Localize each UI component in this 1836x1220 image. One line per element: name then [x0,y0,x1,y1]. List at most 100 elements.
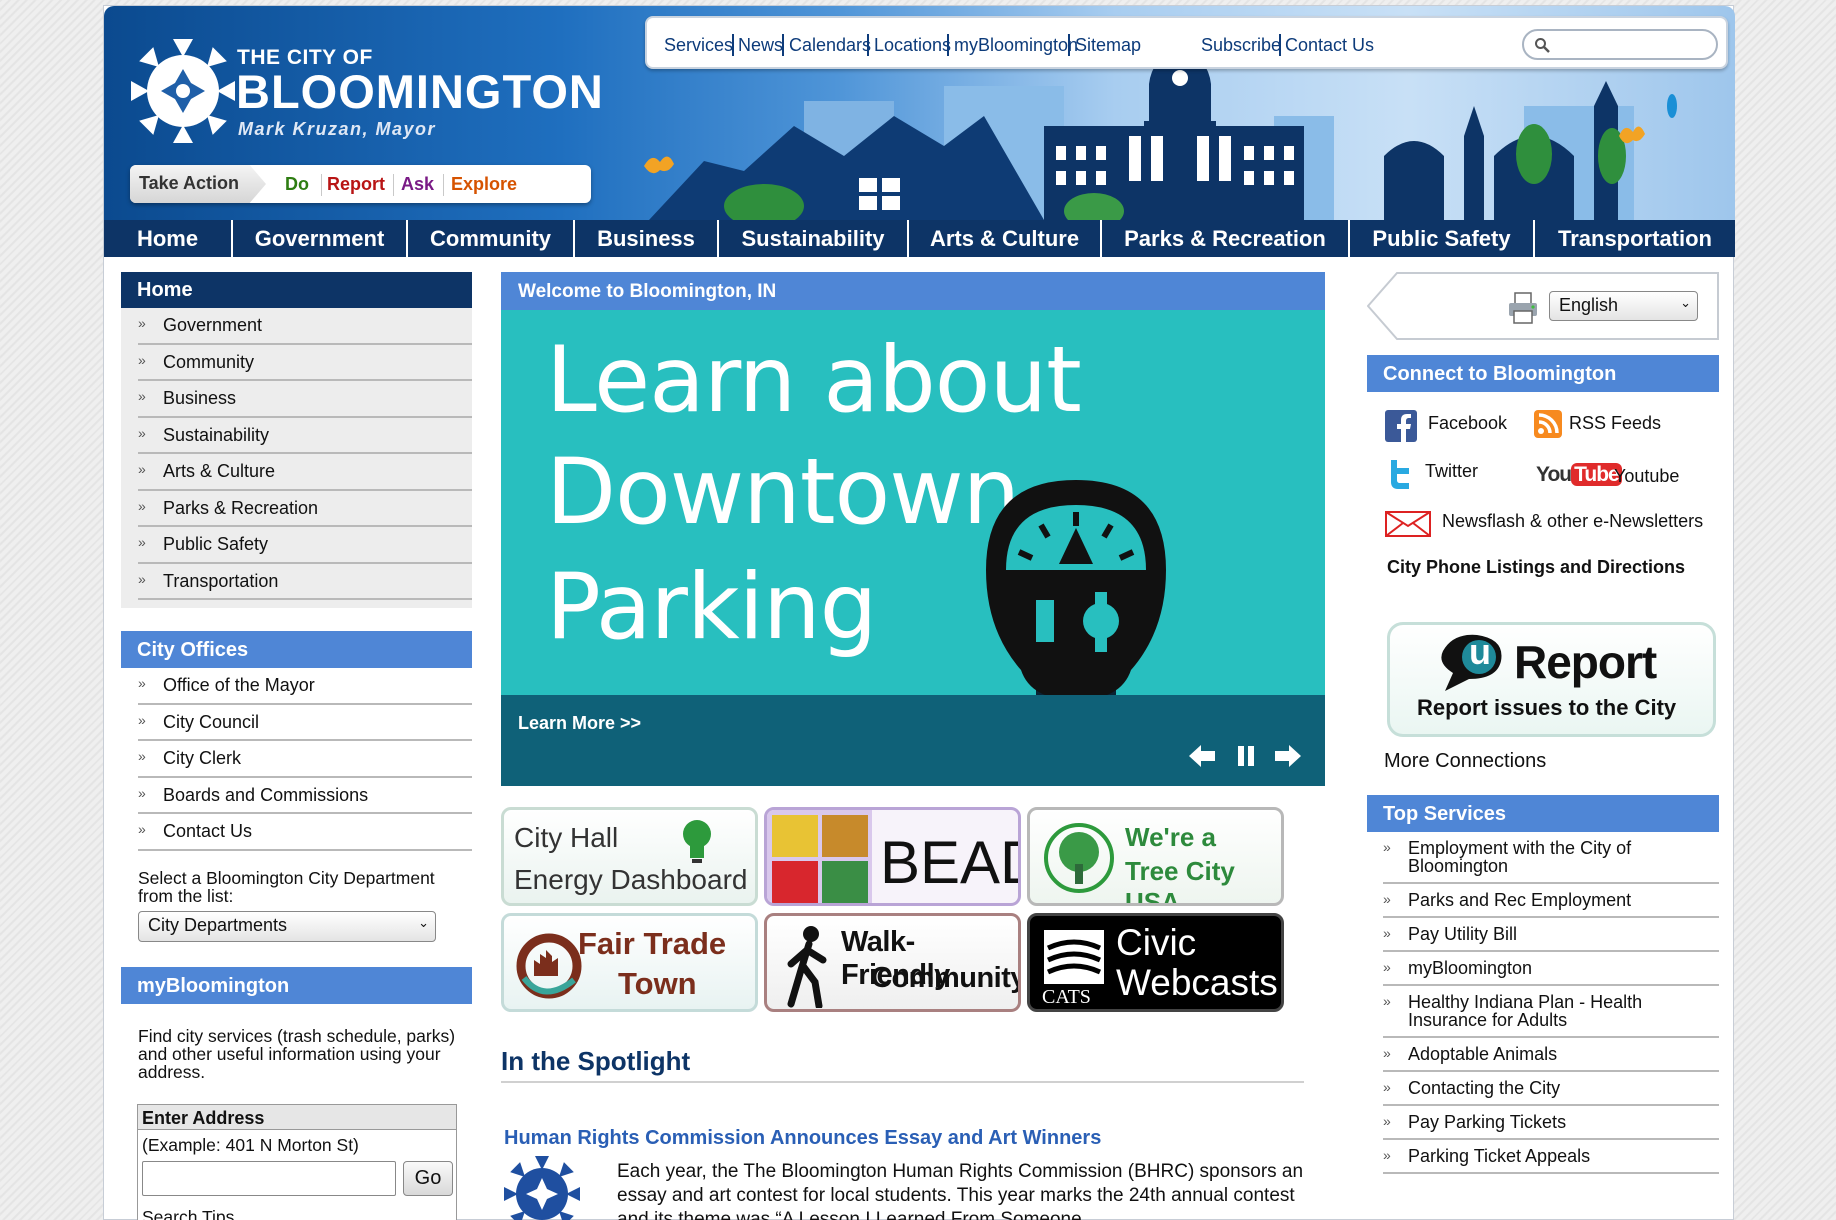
nav-business[interactable]: Business [575,220,719,257]
ureport-u: u [1469,631,1491,672]
language-select[interactable]: English ⌄ [1549,291,1698,321]
learn-more-link[interactable]: Learn More >> [518,713,641,734]
utility-link-sitemap[interactable]: Sitemap [1075,35,1141,56]
go-button[interactable]: Go [403,1161,453,1196]
tile-civic-webcasts[interactable]: CATS Civic Webcasts [1027,913,1284,1012]
nav-sustainability[interactable]: Sustainability [719,220,909,257]
search-tips-link[interactable]: Search Tips [142,1207,234,1220]
site-header: THE CITY OF BLOOMINGTON Mark Kruzan, May… [104,6,1735,220]
nav-community[interactable]: Community [408,220,575,257]
utility-link-calendars[interactable]: Calendars [789,35,871,56]
newsletter-link[interactable]: Newsflash & other e-Newsletters [1442,511,1703,532]
utility-link-subscribe[interactable]: Subscribe [1201,35,1281,56]
phone-directory-link[interactable]: City Phone Listings and Directions [1387,557,1685,578]
previous-arrow-icon[interactable] [1187,741,1217,771]
sidebar-item-sustainability[interactable]: » Sustainability [138,418,472,454]
nav-government[interactable]: Government [233,220,408,257]
utility-link-services[interactable]: Services [664,35,733,56]
sidebar-item-business[interactable]: » Business [138,381,472,418]
utility-separator [1068,34,1070,56]
double-chevron-icon: » [138,388,146,404]
spotlight-divider [501,1081,1304,1083]
youtube-link[interactable]: Youtube [1614,466,1679,487]
nav-home[interactable]: Home [104,220,233,257]
sidebar-item-community[interactable]: » Community [138,345,472,381]
top-service-pay-utility[interactable]: » Pay Utility Bill [1383,918,1719,952]
more-connections-link[interactable]: More Connections [1384,750,1546,773]
facebook-link[interactable]: Facebook [1428,413,1507,434]
tile-fair-trade[interactable]: Fair Trade Town [501,913,758,1012]
slide-headline-line-2: Downtown [546,440,1020,545]
office-item-city-council[interactable]: » City Council [138,705,472,741]
take-action-report[interactable]: Report [327,174,385,195]
facebook-icon[interactable] [1385,410,1417,442]
mybloomington-title[interactable]: myBloomington [121,967,472,1004]
nav-arts-culture[interactable]: Arts & Culture [909,220,1102,257]
utility-link-mybloomington[interactable]: myBloomington [954,35,1078,56]
top-service-employment[interactable]: » Employment with the City of Bloomington [1383,832,1719,884]
pause-icon[interactable] [1231,741,1261,771]
take-action-ask[interactable]: Ask [401,174,434,195]
tile-walk-friendly[interactable]: Walk-Friendly Community [764,913,1021,1012]
office-item-boards[interactable]: » Boards and Commissions [138,778,472,814]
twitter-icon[interactable] [1385,458,1415,490]
address-example: (Example: 401 N Morton St) [142,1135,359,1155]
rss-icon[interactable] [1534,410,1562,438]
utility-link-contact[interactable]: Contact Us [1285,35,1374,56]
youtube-icon[interactable]: You Tube [1536,463,1622,493]
department-select[interactable]: City Departments ⌄ [138,911,436,942]
city-logo-icon[interactable] [128,36,238,146]
sidebar-item-arts-culture[interactable]: » Arts & Culture [138,454,472,491]
address-lookup-heading: Enter Address [138,1105,456,1130]
logo-title-big[interactable]: BLOOMINGTON [236,64,604,119]
sidebar-item-transportation[interactable]: » Transportation [138,564,472,600]
double-chevron-icon: » [138,784,146,801]
envelope-icon[interactable] [1385,511,1431,537]
take-action-separator [321,174,322,196]
office-item-city-clerk[interactable]: » City Clerk [138,741,472,778]
sidebar-home-title[interactable]: Home [121,272,472,308]
sidebar-item-parks-recreation[interactable]: » Parks & Recreation [138,491,472,527]
twitter-link[interactable]: Twitter [1425,461,1478,482]
tile-bead[interactable]: BEAD [764,807,1021,906]
utility-link-locations[interactable]: Locations [874,35,951,56]
utility-nav: Services News Calendars Locations myBloo… [645,16,1728,69]
next-arrow-icon[interactable] [1273,741,1303,771]
take-action-explore[interactable]: Explore [451,174,517,195]
take-action-do[interactable]: Do [285,174,309,195]
print-icon[interactable] [1507,291,1539,325]
tile-tree-city[interactable]: We're a Tree City USA [1027,807,1284,906]
ureport-banner[interactable]: u Report Report issues to the City [1387,622,1716,737]
double-chevron-icon: » [138,315,146,331]
top-service-mybloomington[interactable]: » myBloomington [1383,952,1719,986]
nav-public-safety[interactable]: Public Safety [1350,220,1535,257]
tile-civic-line-2: Webcasts [1116,962,1278,1003]
office-item-contact[interactable]: » Contact Us [138,814,472,851]
sidebar-item-government[interactable]: » Government [138,308,472,345]
tile-civic-line-1: Civic [1116,922,1197,963]
top-service-contacting[interactable]: » Contacting the City [1383,1072,1719,1106]
top-service-adoptable-animals[interactable]: » Adoptable Animals [1383,1038,1719,1072]
top-service-parking-tickets[interactable]: » Pay Parking Tickets [1383,1106,1719,1140]
top-service-parks-employment[interactable]: » Parks and Rec Employment [1383,884,1719,918]
rss-link[interactable]: RSS Feeds [1569,413,1661,434]
nav-transportation[interactable]: Transportation [1535,220,1735,257]
utility-link-news[interactable]: News [738,35,783,56]
tile-energy-dashboard[interactable]: City Hall Energy Dashboard [501,807,758,906]
top-service-healthy-indiana[interactable]: » Healthy Indiana Plan - Health Insurance… [1383,986,1719,1038]
double-chevron-icon: » [138,821,146,837]
search-icon[interactable] [1534,37,1550,53]
search-input[interactable] [1556,34,1706,56]
sidebar-item-public-safety[interactable]: » Public Safety [138,527,472,564]
bead-collage-image [767,810,872,903]
youtube-logo-you: You [1536,463,1572,486]
nav-parks-recreation[interactable]: Parks & Recreation [1102,220,1350,257]
address-input[interactable] [142,1161,396,1196]
featured-slideshow[interactable]: Learn about Downtown Parking Learn More … [501,310,1325,786]
top-service-ticket-appeals[interactable]: » Parking Ticket Appeals [1383,1140,1719,1174]
city-offices-title[interactable]: City Offices [121,631,472,668]
tile-energy-line-1: City Hall [514,822,619,853]
office-item-mayor[interactable]: » Office of the Mayor [138,668,472,705]
news-headline-link[interactable]: Human Rights Commission Announces Essay … [504,1127,1101,1150]
address-lookup-box: Enter Address (Example: 401 N Morton St)… [137,1104,457,1220]
